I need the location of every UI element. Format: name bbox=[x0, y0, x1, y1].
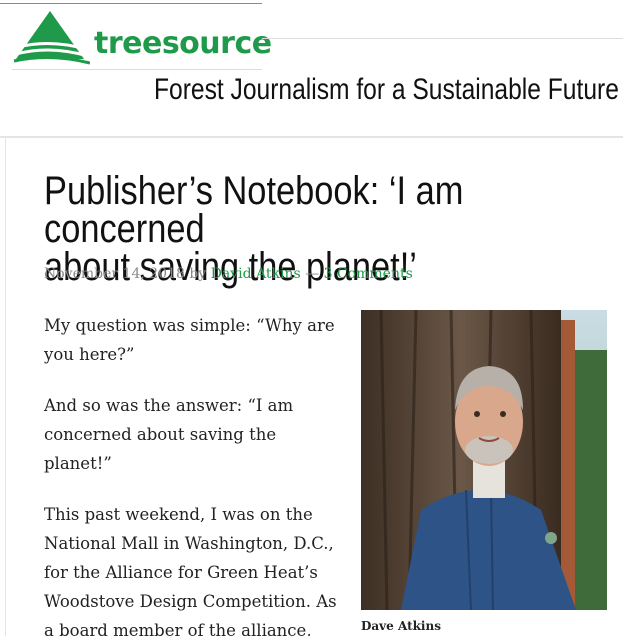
comments-link[interactable]: 3 Comments bbox=[324, 266, 413, 282]
paragraph: My question was simple: “Why are you her… bbox=[44, 316, 335, 364]
site-tagline: Forest Journalism for a Sustainable Futu… bbox=[154, 73, 619, 106]
author-photo-image bbox=[361, 310, 607, 610]
photo-caption: Dave Atkins bbox=[361, 619, 441, 633]
article-meta: November 14, 2018 by David Atkins — 3 Co… bbox=[44, 264, 413, 284]
paragraph: And so was the answer: “I am concerned a… bbox=[44, 396, 294, 473]
post-date[interactable]: November 14, 2018 bbox=[44, 266, 185, 282]
meta-separator: — bbox=[300, 266, 324, 282]
site-header: treesource Forest Journalism for a Susta… bbox=[0, 0, 623, 138]
article-body: My question was simple: “Why are you her… bbox=[44, 311, 344, 636]
top-rule bbox=[0, 3, 262, 4]
paragraph: This past weekend, I was on the National… bbox=[44, 505, 337, 636]
logo-wordmark: treesource bbox=[94, 26, 272, 61]
logo-divider bbox=[12, 69, 262, 70]
treesource-mountain-logo-icon bbox=[13, 11, 90, 65]
site-logo[interactable]: treesource bbox=[12, 9, 272, 69]
header-bottom-border bbox=[0, 136, 623, 138]
header-divider bbox=[262, 38, 623, 39]
author-link[interactable]: David Atkins bbox=[211, 266, 301, 282]
content-left-border bbox=[5, 138, 6, 636]
author-photo bbox=[361, 310, 607, 610]
by-label: by bbox=[184, 266, 211, 282]
